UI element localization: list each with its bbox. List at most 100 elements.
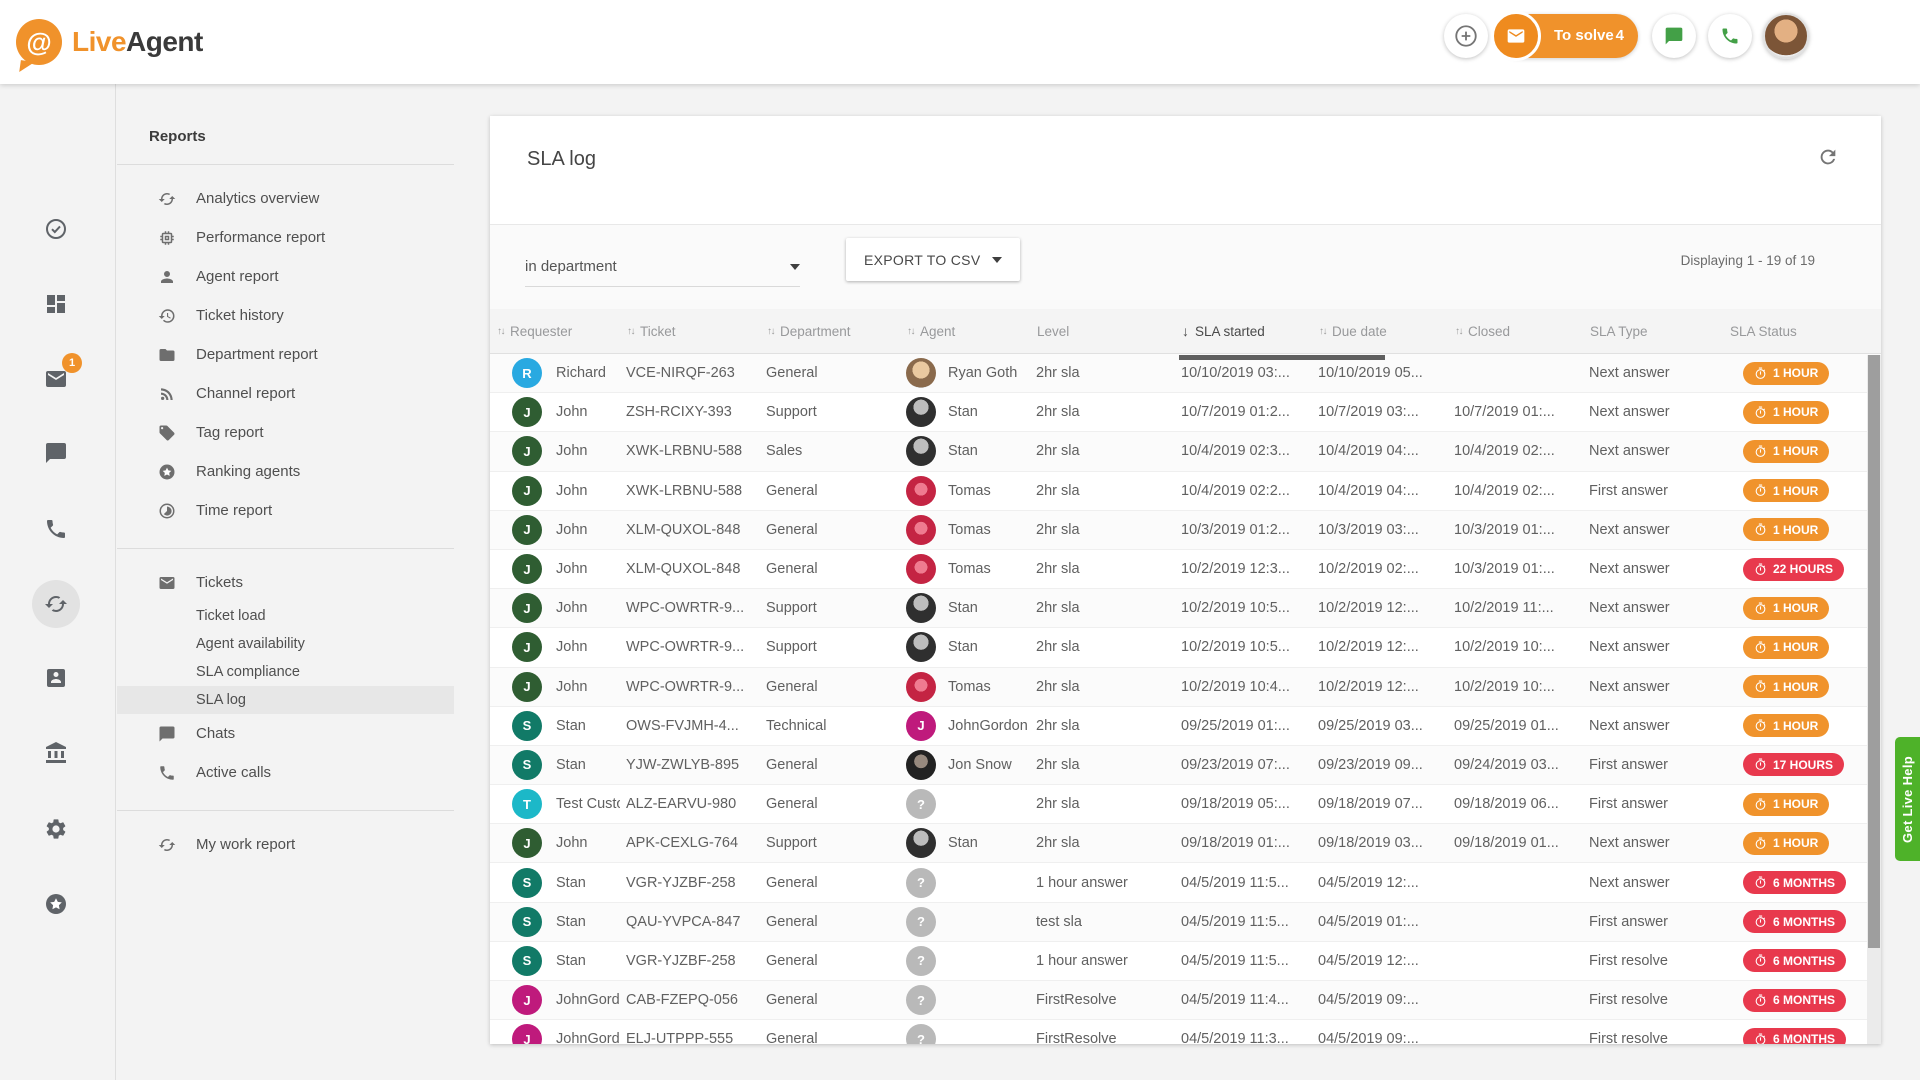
table-row[interactable]: J John XLM-QUXOL-848 General Tomas 2hr s…: [490, 550, 1881, 589]
menu-item-tickets[interactable]: Tickets: [117, 563, 454, 602]
menu-item[interactable]: Department report: [117, 335, 454, 374]
level-value: 2hr sla: [1030, 668, 1175, 706]
table-row[interactable]: J JohnGordo CAB-FZEPQ-056 General ? Firs…: [490, 981, 1881, 1020]
calls-button[interactable]: [1708, 14, 1752, 58]
requester-avatar: J: [512, 632, 542, 662]
sla-status-label: 1 HOUR: [1773, 719, 1818, 733]
column-header[interactable]: ↓ SLA started: [1175, 309, 1312, 353]
level-value: 2hr sla: [1030, 432, 1175, 470]
sla-started-value: 09/18/2019 01:...: [1175, 824, 1312, 862]
sla-type-value: Next answer: [1583, 863, 1723, 901]
due-date-value: 09/23/2019 09...: [1312, 746, 1448, 784]
menu-item[interactable]: Agent report: [117, 257, 454, 296]
displaying-range: Displaying 1 - 19 of 19: [1681, 253, 1815, 268]
menu-item-chats[interactable]: Chats: [117, 714, 454, 753]
user-avatar[interactable]: [1763, 13, 1809, 59]
performance-icon: [157, 229, 177, 247]
menu-item[interactable]: Ticket history: [117, 296, 454, 335]
to-solve-button[interactable]: To solve 4: [1498, 14, 1638, 58]
column-header[interactable]: ↑↓ Closed: [1448, 309, 1583, 353]
closed-value: 10/2/2019 10:...: [1448, 668, 1583, 706]
agent-avatar: [906, 515, 936, 545]
due-date-value: 10/4/2019 04:...: [1312, 472, 1448, 510]
agent-name: Stan: [948, 600, 978, 616]
menu-item-active-calls[interactable]: Active calls: [117, 753, 454, 792]
column-header[interactable]: SLA Type: [1583, 309, 1723, 353]
horizontal-scrollbar[interactable]: [1179, 355, 1385, 360]
table-row[interactable]: S Stan YJW-ZWLYB-895 General Jon Snow 2h…: [490, 746, 1881, 785]
table-row[interactable]: S Stan VGR-YJZBF-258 General ? 1 hour an…: [490, 942, 1881, 981]
sort-icon: ↑↓: [907, 326, 914, 337]
table-row[interactable]: J John XWK-LRBNU-588 Sales Stan 2hr sla …: [490, 432, 1881, 471]
stopwatch-icon: [1754, 837, 1767, 850]
column-header[interactable]: ↑↓ Due date: [1312, 309, 1448, 353]
sla-started-value: 10/2/2019 10:5...: [1175, 628, 1312, 666]
table-row[interactable]: S Stan QAU-YVPCA-847 General ? test sla …: [490, 903, 1881, 942]
tasks-check-icon: [44, 217, 68, 241]
column-header[interactable]: Level: [1030, 309, 1175, 353]
menu-item[interactable]: Performance report: [117, 218, 454, 257]
department-name: General: [760, 472, 900, 510]
export-to-csv-button[interactable]: EXPORT TO CSV: [846, 238, 1020, 281]
phone-icon: [157, 764, 177, 782]
sla-status-label: 6 MONTHS: [1773, 876, 1835, 890]
column-header[interactable]: ↑↓ Agent: [900, 309, 1030, 353]
requester-name: Stan: [556, 914, 586, 930]
requester-name: Stan: [556, 953, 586, 969]
column-header[interactable]: ↑↓ Department: [760, 309, 900, 353]
menu-sub-item[interactable]: SLA compliance: [117, 658, 454, 686]
sla-type-value: Next answer: [1583, 354, 1723, 392]
contacts-icon: [44, 666, 68, 690]
menu-sub-item[interactable]: Ticket load: [117, 602, 454, 630]
agent-avatar: [906, 436, 936, 466]
table-row[interactable]: J John XWK-LRBNU-588 General Tomas 2hr s…: [490, 472, 1881, 511]
sla-type-value: Next answer: [1583, 393, 1723, 431]
table-row[interactable]: T Test Custo ALZ-EARVU-980 General ? 2hr…: [490, 785, 1881, 824]
vertical-scrollbar[interactable]: [1867, 355, 1881, 1044]
menu-item[interactable]: Analytics overview: [117, 179, 454, 218]
agent-name: Tomas: [948, 483, 991, 499]
menu-item[interactable]: Time report: [117, 491, 454, 530]
requester-name: John: [556, 443, 587, 459]
menu-item[interactable]: Ranking agents: [117, 452, 454, 491]
column-header[interactable]: ↑↓ Requester: [490, 309, 620, 353]
scrollbar-thumb[interactable]: [1868, 355, 1880, 948]
history-icon: [157, 307, 177, 325]
level-value: 2hr sla: [1030, 824, 1175, 862]
menu-item[interactable]: Tag report: [117, 413, 454, 452]
table-row[interactable]: J John WPC-OWRTR-9... Support Stan 2hr s…: [490, 589, 1881, 628]
liveagent-logo[interactable]: @ LiveAgent: [16, 10, 203, 74]
table-row[interactable]: S Stan OWS-FVJMH-4... Technical J JohnGo…: [490, 707, 1881, 746]
refresh-button[interactable]: [1817, 146, 1839, 168]
requester-avatar: S: [512, 946, 542, 976]
department-name: General: [760, 981, 900, 1019]
table-row[interactable]: J JohnGordo ELJ-UTPPP-555 General ? Firs…: [490, 1020, 1881, 1044]
table-row[interactable]: S Stan VGR-YJZBF-258 General ? 1 hour an…: [490, 863, 1881, 902]
get-live-help-tab[interactable]: Get Live Help: [1895, 737, 1920, 861]
column-header[interactable]: ↑↓ Ticket: [620, 309, 760, 353]
table-row[interactable]: J John ZSH-RCIXY-393 Support Stan 2hr sl…: [490, 393, 1881, 432]
logo-text: LiveAgent: [72, 26, 203, 58]
table-row[interactable]: J John XLM-QUXOL-848 General Tomas 2hr s…: [490, 511, 1881, 550]
department-filter-select[interactable]: in department: [525, 247, 800, 287]
sla-status-label: 1 HOUR: [1773, 797, 1818, 811]
column-header[interactable]: SLA Status: [1723, 309, 1881, 353]
menu-sub-item[interactable]: Agent availability: [117, 630, 454, 658]
table-row[interactable]: J John APK-CEXLG-764 Support Stan 2hr sl…: [490, 824, 1881, 863]
level-value: 2hr sla: [1030, 393, 1175, 431]
requester-avatar: S: [512, 750, 542, 780]
chats-button[interactable]: [1652, 14, 1696, 58]
add-button[interactable]: [1444, 14, 1488, 58]
menu-sub-item[interactable]: SLA log: [117, 686, 454, 714]
agent-avatar: [906, 828, 936, 858]
ticket-code: WPC-OWRTR-9...: [620, 668, 760, 706]
sla-type-value: First resolve: [1583, 981, 1723, 1019]
closed-value: 10/7/2019 01:...: [1448, 393, 1583, 431]
table-row[interactable]: J John WPC-OWRTR-9... Support Stan 2hr s…: [490, 628, 1881, 667]
agent-avatar: [906, 672, 936, 702]
table-row[interactable]: J John WPC-OWRTR-9... General Tomas 2hr …: [490, 668, 1881, 707]
menu-item-my-work-report[interactable]: My work report: [117, 825, 454, 864]
sla-status-badge: 1 HOUR: [1743, 479, 1829, 502]
due-date-value: 09/18/2019 07...: [1312, 785, 1448, 823]
menu-item[interactable]: Channel report: [117, 374, 454, 413]
